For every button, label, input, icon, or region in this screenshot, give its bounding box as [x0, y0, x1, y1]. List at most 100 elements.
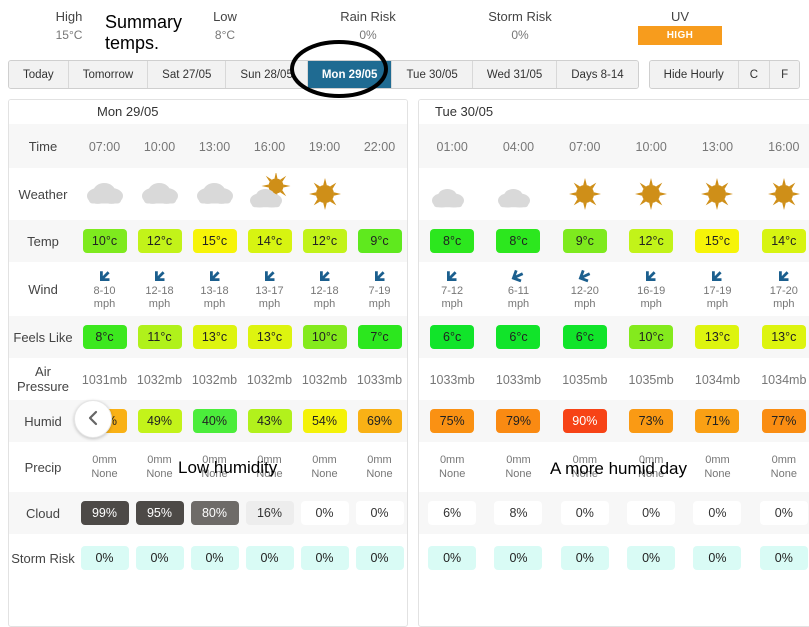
cell-humid: 54%: [297, 400, 352, 442]
wind-unit: mph: [507, 297, 530, 310]
precip-cell: 0mm None: [485, 453, 551, 481]
feels-like-pill: 13°c: [247, 325, 292, 349]
cell-pressure: 1033mb: [485, 358, 551, 400]
tab-today[interactable]: Today: [9, 61, 69, 88]
cell-humid: 90%: [551, 400, 618, 442]
wind-cell: 8-10 mph: [77, 268, 132, 311]
feels-like-pill: 8°c: [82, 325, 127, 349]
cell-weather: [352, 168, 407, 220]
cell-pressure: 1033mb: [352, 358, 407, 400]
row-label-humid: Humid: [9, 400, 77, 442]
weather-icon-sun-cloud: [242, 173, 297, 215]
forecast-row-weather: Weather: [9, 168, 407, 220]
cell-weather: [618, 168, 684, 220]
cloud-cover-pill: 0%: [627, 501, 676, 525]
wind-direction-icon: [242, 268, 297, 284]
wind-direction-icon: [132, 268, 187, 284]
tab-tue-30-05[interactable]: Tue 30/05: [392, 61, 473, 88]
cell-wind: 12-20 mph: [552, 262, 618, 316]
cloud-cover-pill: 0%: [355, 501, 404, 525]
time-value: 22:00: [363, 139, 396, 154]
temperature-pill: 12°c: [629, 229, 674, 253]
cell-pressure: 1032mb: [242, 358, 297, 400]
forecast-row-time: Time 07:00 10:00 13:00 16:00 19:00 22:00: [9, 124, 407, 168]
previous-day-button[interactable]: [74, 400, 112, 438]
forecast-row-pressure: Air Pressure 1031mb 1032mb 1032mb 1032mb 1032…: [9, 358, 407, 400]
precip-type: None: [311, 468, 338, 480]
cell-feels: 13°c: [684, 316, 751, 358]
cell-temp: 12°c: [297, 220, 352, 262]
cell-time: 10:00: [132, 124, 187, 168]
cell-feels: 6°c: [551, 316, 618, 358]
cell-weather: [485, 168, 551, 220]
humidity-pill: 90%: [562, 409, 607, 433]
cell-wind: 16-19 mph: [618, 262, 684, 316]
cell-storm: 0%: [132, 534, 187, 582]
tab-days-8-14[interactable]: Days 8-14: [557, 61, 638, 88]
row-label-pressure: Air Pressure: [16, 364, 70, 394]
tab-sun-28-05[interactable]: Sun 28/05: [226, 61, 308, 88]
cell-weather: [552, 168, 618, 220]
weather-icon-sun: [297, 173, 352, 215]
cell-time: 04:00: [485, 124, 552, 168]
wind-direction-icon: [419, 268, 485, 284]
wind-direction-icon: [684, 268, 750, 284]
cell-temp: 9°c: [551, 220, 618, 262]
wind-cell: 13-17 mph: [242, 268, 297, 311]
tab-tomorrow[interactable]: Tomorrow: [68, 61, 149, 88]
wind-speed: 8-10: [93, 284, 116, 297]
wind-unit: mph: [368, 297, 391, 310]
cell-storm: 0%: [751, 534, 809, 582]
precip-type: None: [505, 468, 532, 480]
control-hide-hourly[interactable]: Hide Hourly: [649, 61, 739, 88]
wind-cell: 6-11 mph: [485, 268, 551, 311]
pressure-value: 1034mb: [761, 372, 807, 387]
cell-feels: 8°c: [77, 316, 132, 358]
precip-amount: 0mm: [92, 454, 117, 466]
cell-feels: 10°c: [297, 316, 352, 358]
cell-cloud: 0%: [684, 492, 751, 534]
control-c[interactable]: C: [738, 61, 771, 88]
wind-unit: mph: [203, 297, 226, 310]
weather-icon-moon-cloud: [485, 173, 551, 215]
storm-risk-pill: 0%: [494, 546, 543, 570]
cell-wind: 13-17 mph: [242, 262, 297, 316]
wind-cell: 12-18 mph: [297, 268, 352, 311]
storm-risk-pill: 0%: [428, 546, 477, 570]
cell-cloud: 95%: [132, 492, 187, 534]
wind-speed: 13-18: [200, 284, 229, 297]
temperature-pill: 15°c: [192, 229, 237, 253]
cell-precip: 0mm None: [751, 442, 809, 492]
row-label-wind: Wind: [28, 281, 58, 297]
cell-wind: 6-11 mph: [485, 262, 551, 316]
cell-time: 07:00: [77, 124, 132, 168]
forecast-row-cloud: Cloud 99% 95% 80% 16% 0% 0%: [9, 492, 407, 534]
control-f[interactable]: F: [770, 61, 800, 88]
forecast-row-storm: Storm Risk 0% 0% 0% 0% 0% 0%: [9, 534, 407, 582]
temperature-pill: 14°c: [247, 229, 292, 253]
cell-weather: [77, 168, 132, 220]
wind-unit: mph: [640, 297, 662, 310]
tab-bar: Today Tomorrow Sat 27/05 Sun 28/05 Mon 29/05…: [8, 60, 801, 89]
cloud-cover-pill: 6%: [428, 501, 477, 525]
storm-risk-pill: 0%: [80, 546, 129, 570]
cell-humid: 73%: [617, 400, 685, 442]
annotation-summary-temps: Summary temps.: [105, 12, 183, 53]
precip-type: None: [366, 468, 393, 480]
cloud-cover-pill: 80%: [190, 501, 239, 525]
temperature-pill: 9°c: [562, 229, 607, 253]
tab-mon-29-05[interactable]: Mon 29/05: [307, 61, 393, 88]
cell-precip: 0mm None: [684, 442, 750, 492]
tab-wed-31-05[interactable]: Wed 31/05: [472, 61, 558, 88]
cell-weather: [132, 168, 187, 220]
humidity-pill: 54%: [302, 409, 347, 433]
cell-precip: 0mm None: [297, 442, 352, 492]
forecast-row-time: 01:00 04:00 07:00 10:00 13:00 16:00: [419, 124, 809, 168]
cell-temp: 12°c: [132, 220, 187, 262]
cell-storm: 0%: [187, 534, 242, 582]
tab-sat-27-05[interactable]: Sat 27/05: [148, 61, 227, 88]
cell-temp: 14°c: [242, 220, 297, 262]
uv-badge: HIGH: [638, 26, 722, 45]
cell-temp: 8°c: [485, 220, 552, 262]
day-panel-2: Tue 30/05 01:00 04:00 07:00 10:00 13:00 16:00 …: [418, 99, 809, 627]
